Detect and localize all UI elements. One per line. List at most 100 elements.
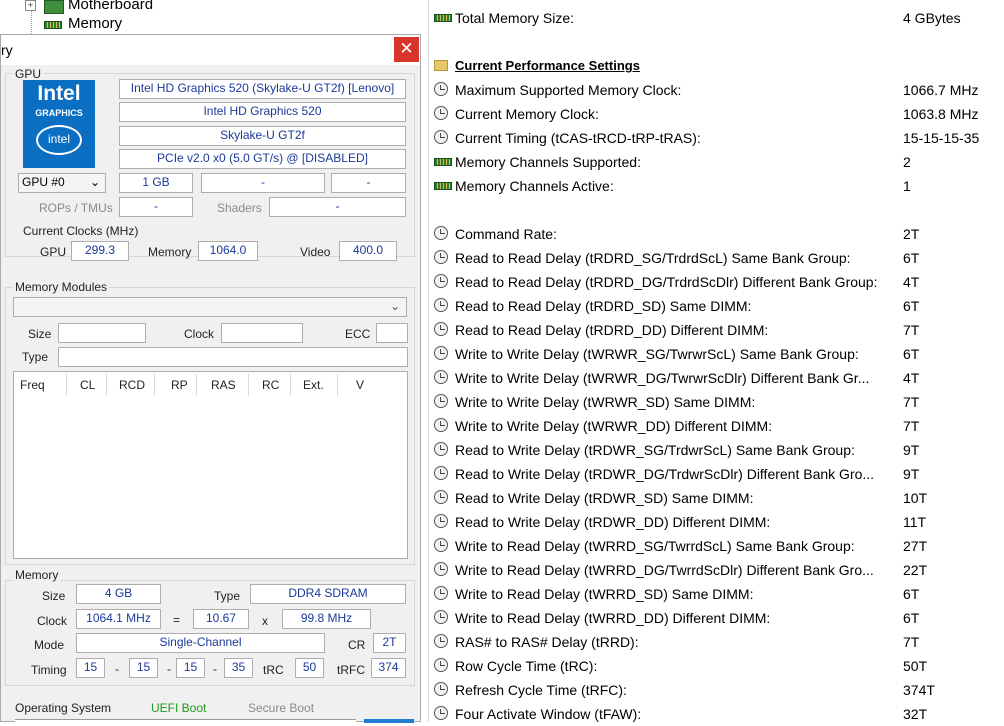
module-clock-label: Clock [184,327,215,341]
module-ecc-field [376,323,408,343]
property-label: Current Performance Settings [455,58,640,73]
property-row[interactable]: Write to Read Delay (tWRRD_SG/TwrrdScL) … [429,534,1004,558]
property-label: Current Memory Clock: [455,106,599,122]
property-label: Four Activate Window (tFAW): [455,706,642,722]
gpu-codename-field: Skylake-U GT2f [119,126,406,146]
property-value: 32T [903,706,928,722]
gpu-selector-dropdown[interactable]: GPU #0 ⌄ [18,173,106,193]
spacer-row [429,30,1004,54]
tree-item-motherboard[interactable]: Motherboard [68,0,153,13]
clock-icon [434,322,448,336]
property-row[interactable]: Read to Read Delay (tRDRD_SG/TrdrdScL) S… [429,246,1004,270]
property-row[interactable]: Read to Write Delay (tRDWR_SD) Same DIMM… [429,486,1004,510]
property-value: 11T [903,514,927,530]
clock-icon [434,370,448,384]
property-row[interactable]: Read to Read Delay (tRDRD_DD) Different … [429,318,1004,342]
col-ext: Ext. [303,378,324,392]
col-rp: RP [171,378,188,392]
property-row[interactable]: Write to Write Delay (tWRWR_DD) Differen… [429,414,1004,438]
property-row[interactable]: Four Activate Window (tFAW): 32T [429,702,1004,726]
secure-boot-status: Secure Boot [248,701,315,715]
logo-badge: intel [36,125,82,155]
expand-icon[interactable]: + [25,0,36,11]
property-label: Write to Write Delay (tWRWR_SD) Same DIM… [455,394,756,410]
tree-item-memory[interactable]: Memory [68,15,122,32]
col-rc: RC [262,378,280,392]
property-row[interactable]: Write to Write Delay (tWRWR_DG/TwrwrScDl… [429,366,1004,390]
property-value: 4T [903,370,920,386]
property-row[interactable]: Maximum Supported Memory Clock: 1066.7 MH… [429,78,1004,102]
timing-dash: - [115,662,119,676]
property-row[interactable]: RAS# to RAS# Delay (tRRD): 7T [429,630,1004,654]
bottom-button-edge[interactable] [364,719,414,723]
property-value: 7T [903,394,920,410]
property-label: Maximum Supported Memory Clock: [455,82,682,98]
clock-icon [434,418,448,432]
trc-label: tRC [263,663,284,677]
gpu-info-window: ry ✕ GPU Intel GRAPHICS intel Intel HD G… [0,34,421,724]
module-clock-field [221,323,303,343]
property-row[interactable]: Read to Read Delay (tRDRD_DG/TrdrdScDlr)… [429,270,1004,294]
property-value: 7T [903,634,920,650]
property-label: Read to Read Delay (tRDRD_SD) Same DIMM: [455,298,752,314]
memory-modules-label: Memory Modules [13,280,110,294]
memory-module-icon [434,158,452,166]
logo-text-graphics: GRAPHICS [35,108,83,118]
col-freq: Freq [20,378,45,392]
clock-icon [434,634,448,648]
clock-icon [434,106,448,120]
property-row[interactable]: Memory Channels Supported: 2 [429,150,1004,174]
module-type-label: Type [22,350,49,364]
property-row[interactable]: Command Rate: 2T [429,222,1004,246]
property-row[interactable]: Write to Write Delay (tWRWR_SD) Same DIM… [429,390,1004,414]
property-label: Total Memory Size: [455,10,575,26]
clock-icon [434,82,448,96]
property-row[interactable]: Current Timing (tCAS-tRCD-tRP-tRAS): 15-1… [429,126,1004,150]
property-row[interactable]: Write to Read Delay (tWRRD_DG/TwrrdScDlr… [429,558,1004,582]
memory-size-field: 4 GB [76,584,161,604]
property-row[interactable]: Memory Channels Active: 1 [429,174,1004,198]
property-row[interactable]: Read to Write Delay (tRDWR_DG/TrdwrScDlr… [429,462,1004,486]
property-row[interactable]: Read to Write Delay (tRDWR_SG/TrdwrScL) … [429,438,1004,462]
property-row[interactable]: Read to Write Delay (tRDWR_DD) Different… [429,510,1004,534]
property-label: Memory Channels Supported: [455,154,641,170]
folder-icon [434,60,448,71]
property-row[interactable]: Current Memory Clock: 1063.8 MHz [429,102,1004,126]
property-row[interactable]: Refresh Cycle Time (tRFC): 374T [429,678,1004,702]
property-row[interactable]: Read to Read Delay (tRDRD_SD) Same DIMM:… [429,294,1004,318]
chevron-down-icon: ⌄ [389,299,400,313]
memory-clock-label: Clock [37,614,68,628]
property-label: Refresh Cycle Time (tRFC): [455,682,627,698]
module-size-label: Size [28,327,52,341]
property-value: 2T [903,226,920,242]
property-row[interactable]: Write to Read Delay (tWRRD_DD) Different… [429,606,1004,630]
property-row[interactable]: Write to Read Delay (tWRRD_SD) Same DIMM… [429,582,1004,606]
property-label: Current Timing (tCAS-tRCD-tRP-tRAS): [455,130,701,146]
trc-field: 50 [295,658,324,678]
property-value: 6T [903,346,920,362]
close-button[interactable]: ✕ [394,37,419,62]
col-divider [337,374,338,396]
trfc-field: 374 [371,658,406,678]
memory-tree-icon [44,21,62,29]
clock-icon [434,466,448,480]
property-label: Write to Write Delay (tWRWR_SG/TwrwrScL)… [455,346,859,362]
memory-mode-label: Mode [34,638,65,652]
section-header[interactable]: Current Performance Settings [429,54,1004,78]
memory-clock-field: 1064.0 [198,241,258,261]
col-cl: CL [80,378,96,392]
shaders-label: Shaders [217,201,262,215]
property-row[interactable]: Row Cycle Time (tRC): 50T [429,654,1004,678]
memory-bclk-field: 99.8 MHz [282,609,371,629]
property-value: 15-15-15-35 [903,130,980,146]
module-selector-dropdown[interactable]: ⌄ [13,297,407,317]
timing-rcd-field: 15 [129,658,158,678]
property-value: 6T [903,298,920,314]
property-label: Write to Write Delay (tWRWR_DG/TwrwrScDl… [455,370,870,386]
property-row[interactable]: Write to Write Delay (tWRWR_SG/TwrwrScL)… [429,342,1004,366]
property-value: 7T [903,322,920,338]
clock-icon [434,490,448,504]
property-row[interactable]: Total Memory Size: 4 GBytes [429,6,1004,30]
gpu-clock-label: GPU [40,245,67,259]
property-label: Write to Read Delay (tWRRD_SD) Same DIMM… [455,586,754,602]
